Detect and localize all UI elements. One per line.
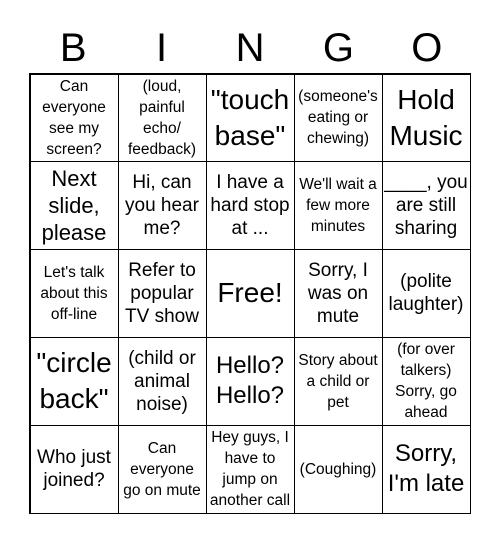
bingo-grid: Can everyone see my screen? (loud, painf… [29, 73, 471, 514]
bingo-cell[interactable]: Sorry, I'm late [381, 424, 471, 514]
bingo-cell[interactable]: Hey guys, I have to jump on another call [205, 424, 295, 514]
bingo-cell[interactable]: Hi, can you hear me? [117, 161, 207, 251]
header-letter-n: N [235, 26, 265, 70]
bingo-cell[interactable]: Hold Music [381, 73, 471, 163]
header-letter-i: I [156, 26, 168, 70]
header-letter-b: B [59, 26, 87, 70]
bingo-cell[interactable]: "touch base" [205, 73, 295, 163]
header-letter-g: G [322, 26, 354, 70]
bingo-cell[interactable]: "circle back" [29, 336, 119, 426]
bingo-cell[interactable]: Refer to popular TV show [117, 249, 207, 338]
bingo-cell[interactable]: (child or animal noise) [117, 336, 207, 426]
bingo-cell[interactable]: ____, you are still sharing [381, 161, 471, 251]
bingo-cell[interactable]: Can everyone see my screen? [29, 73, 119, 163]
bingo-cell[interactable]: Who just joined? [29, 424, 119, 514]
bingo-cell[interactable]: Can everyone go on mute [117, 424, 207, 514]
bingo-cell[interactable]: We'll wait a few more minutes [293, 161, 383, 251]
free-space[interactable]: Free! [205, 249, 295, 338]
bingo-cell[interactable]: Story about a child or pet [293, 336, 383, 426]
bingo-cell[interactable]: (loud, painful echo/ feedback) [117, 73, 207, 163]
bingo-cell[interactable]: Let's talk about this off-line [29, 249, 119, 338]
bingo-cell[interactable]: Sorry, I was on mute [293, 249, 383, 338]
bingo-cell[interactable]: Next slide, please [29, 161, 119, 251]
bingo-cell[interactable]: (for over talkers) Sorry, go ahead [381, 336, 471, 426]
bingo-cell[interactable]: (polite laughter) [381, 249, 471, 338]
bingo-cell[interactable]: Hello? Hello? [205, 336, 295, 426]
bingo-header: B I N G O [29, 22, 471, 74]
bingo-cell[interactable]: (Coughing) [293, 424, 383, 514]
header-letter-o: O [411, 26, 443, 70]
bingo-cell[interactable]: I have a hard stop at ... [205, 161, 295, 251]
bingo-cell[interactable]: (someone's eating or chewing) [293, 73, 383, 163]
